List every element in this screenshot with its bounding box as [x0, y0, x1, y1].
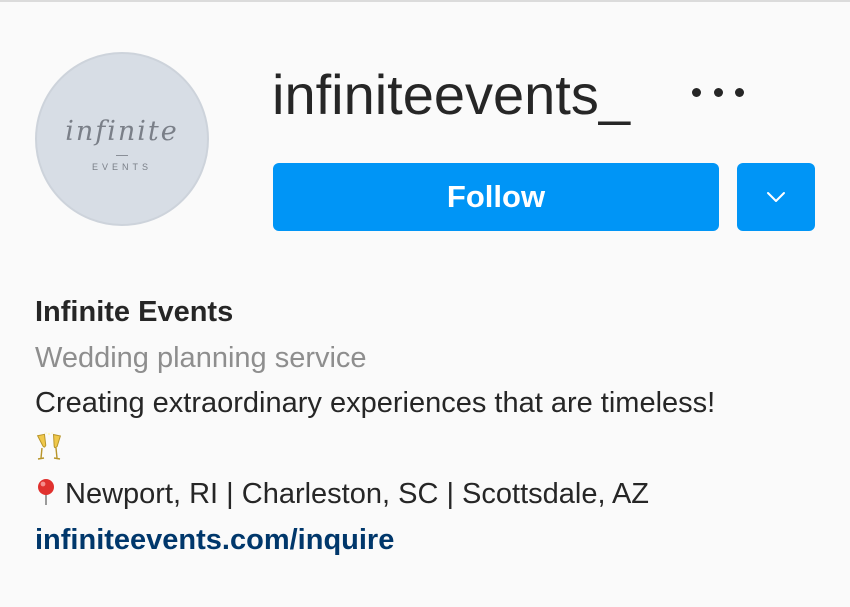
username: infiniteevents_: [272, 63, 631, 126]
avatar-logo-subtext: EVENTS: [91, 162, 152, 172]
bio: Infinite Events Wedding planning service…: [35, 290, 835, 563]
profile-display-name: Infinite Events: [35, 296, 234, 328]
more-dot: [713, 87, 723, 97]
bio-description: Creating extraordinary experiences that …: [35, 387, 716, 419]
avatar-logo-script: infinite: [65, 116, 179, 147]
round-pushpin-icon: [38, 479, 54, 505]
bio-location-line: Newport, RI | Charleston, SC | Scottsdal…: [35, 472, 835, 518]
bio-locations: Newport, RI | Charleston, SC | Scottsdal…: [65, 478, 650, 510]
chevron-down-icon: [767, 192, 785, 202]
follow-button[interactable]: Follow: [273, 163, 719, 231]
bio-emoji-line: [35, 427, 835, 473]
clinking-glasses-icon: [36, 431, 62, 460]
more-options-icon[interactable]: [692, 78, 744, 106]
bio-website-link[interactable]: infiniteevents.com/inquire: [35, 524, 394, 556]
profile-header: infinite EVENTS infiniteevents_ Follow I…: [0, 0, 850, 607]
more-dot: [735, 87, 744, 97]
avatar[interactable]: infinite EVENTS: [35, 52, 209, 226]
profile-category: Wedding planning service: [35, 341, 367, 374]
more-dot: [692, 87, 701, 97]
suggested-dropdown-button[interactable]: [737, 163, 815, 231]
avatar-logo-divider: [116, 155, 128, 156]
